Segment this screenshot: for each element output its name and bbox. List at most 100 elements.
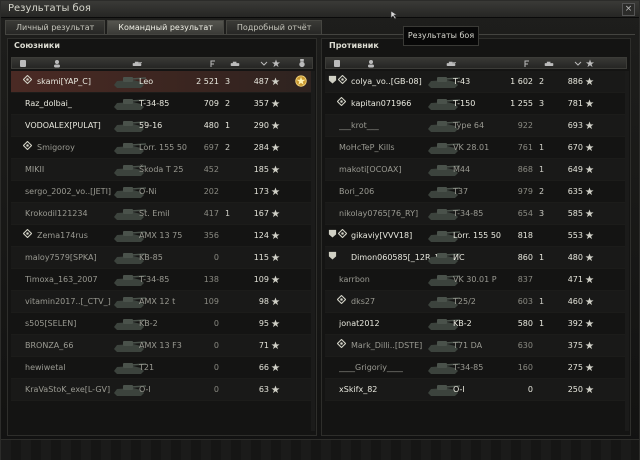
player-name[interactable]: MIKII [25, 159, 120, 181]
table-row[interactable]: makoti[OCOAX] M44 868 1 649 [325, 159, 627, 181]
player-name[interactable]: xSkifx_82 [339, 379, 434, 401]
damage-column-icon[interactable] [523, 59, 533, 68]
platoon-column-icon[interactable] [18, 59, 28, 68]
table-row[interactable]: ____Grigoriy____ T-34-85 160 275 [325, 357, 627, 379]
table-row[interactable]: dks27 T25/2 603 1 460 [325, 291, 627, 313]
table-row[interactable]: BRONZA_66 AMX 13 F3 0 71 [11, 335, 313, 357]
table-row[interactable]: maloy7579[SPKA] KB-85 0 115 [11, 247, 313, 269]
medal-icon[interactable] [294, 74, 308, 90]
player-name[interactable]: VODOALEX[PULAT] [25, 115, 120, 137]
star-icon [585, 385, 595, 395]
close-button[interactable]: × [622, 3, 635, 16]
table-row[interactable]: hewiwetal T21 0 66 [11, 357, 313, 379]
table-row[interactable]: skami[YAP_C] Leo 2 521 3 487 [11, 71, 313, 93]
platoon-column-icon[interactable] [332, 59, 342, 68]
player-name[interactable]: nikolay0765[76_RY] [339, 203, 434, 225]
player-name[interactable]: Raz_dolbai_ [25, 93, 120, 115]
table-row[interactable]: kapitan071966 T-150 1 255 3 781 [325, 93, 627, 115]
player-name[interactable]: karrbon [339, 269, 434, 291]
table-row[interactable]: MoHcTeP_Kills VK 28.01 761 1 670 [325, 137, 627, 159]
player-column-icon[interactable] [366, 59, 376, 68]
table-row[interactable]: sergo_2002_vo..[JETI] O-Ni 202 173 [11, 181, 313, 203]
table-row[interactable]: Zema174rus AMX 13 75 356 124 [11, 225, 313, 247]
star-icon [271, 77, 281, 87]
allies-scrollbar[interactable] [311, 71, 315, 431]
table-row[interactable]: ___krot___ Type 64 922 693 [325, 115, 627, 137]
xp-column-star-icon[interactable] [271, 59, 281, 68]
player-name[interactable]: maloy7579[SPKA] [25, 247, 120, 269]
damage-value: 603 [517, 297, 533, 306]
player-name[interactable]: hewiwetal [25, 357, 120, 379]
xp-sort-icon[interactable] [259, 59, 269, 68]
player-column-icon[interactable] [52, 59, 62, 68]
star-icon [271, 165, 281, 175]
damage-value: 709 [203, 99, 219, 108]
table-row[interactable]: karrbon VK 30.01 P 837 471 [325, 269, 627, 291]
enemies-scrollbar[interactable] [625, 71, 629, 431]
player-name[interactable]: makoti[OCOAX] [339, 159, 434, 181]
xp-value: 781 [567, 99, 583, 108]
xp-value: 124 [253, 231, 269, 240]
kills-value [225, 269, 237, 291]
xp-column-star-icon[interactable] [585, 59, 595, 68]
kills-column-icon[interactable] [544, 59, 554, 68]
kills-value: 3 [225, 77, 231, 86]
table-row[interactable]: nikolay0765[76_RY] T-34-85 654 3 585 [325, 203, 627, 225]
table-row[interactable]: colya_vo..[GB-08] T-43 1 602 2 886 [325, 71, 627, 93]
table-row[interactable]: KraVaStoK_exe[L-GV] O-I 0 63 [11, 379, 313, 401]
table-row[interactable]: MIKII Škoda T 25 452 185 [11, 159, 313, 181]
player-name[interactable]: BRONZA_66 [25, 335, 120, 357]
player-name[interactable]: Timoxa_163_2007 [25, 269, 120, 291]
tab-2[interactable]: Подробный отчёт [225, 20, 323, 34]
titlebar: Результаты боя × [1, 1, 639, 18]
table-row[interactable]: VODOALEX[PULAT] 59-16 480 1 290 [11, 115, 313, 137]
kills-value [539, 379, 551, 401]
damage-value: 697 [203, 143, 219, 152]
table-row[interactable]: vitamin2017..[_CTV_] AMX 12 t 109 98 [11, 291, 313, 313]
table-row[interactable]: Smigoroy Lorr. 155 50 697 2 284 [11, 137, 313, 159]
table-row[interactable]: Timoxa_163_2007 T-34-85 138 109 [11, 269, 313, 291]
damage-value: 202 [203, 187, 219, 196]
damage-value: 0 [213, 385, 219, 394]
xp-value: 553 [567, 231, 583, 240]
player-name[interactable]: KraVaStoK_exe[L-GV] [25, 379, 120, 401]
tab-1[interactable]: Командный результат [107, 20, 224, 34]
squad-diamond-icon [337, 335, 347, 357]
player-name[interactable]: ____Grigoriy____ [339, 357, 434, 379]
player-name[interactable]: s505[SELEN] [25, 313, 120, 335]
kills-value [225, 181, 237, 203]
damage-column-icon[interactable] [209, 59, 219, 68]
tank-column-icon[interactable] [132, 59, 142, 68]
xp-sort-icon[interactable] [573, 59, 583, 68]
table-row[interactable]: Bori_206 T37 979 2 635 [325, 181, 627, 203]
battle-results-window: Результаты боя × Личный результат Командн… [0, 0, 640, 460]
squad-diamond-icon [23, 71, 33, 93]
xp-value: 375 [567, 341, 583, 350]
tank-column-icon[interactable] [446, 59, 456, 68]
player-name[interactable]: Krokodil121234 [25, 203, 120, 225]
table-row[interactable]: gikaviy[VVV18] Lorr. 155 50 818 553 [325, 225, 627, 247]
player-name[interactable]: ___krot___ [339, 115, 434, 137]
star-icon [271, 187, 281, 197]
kills-value: 1 [539, 319, 545, 328]
star-icon [585, 275, 595, 285]
table-row[interactable]: Mark_Dilli..[DSTE] T71 DA 630 375 [325, 335, 627, 357]
medal-column-icon[interactable] [297, 59, 307, 68]
player-name[interactable]: MoHcTeP_Kills [339, 137, 434, 159]
table-row[interactable]: Krokodil121234 St. Emil 417 1 167 [11, 203, 313, 225]
table-row[interactable]: Dimon060585[_12R_] ИС 860 1 480 [325, 247, 627, 269]
player-name[interactable]: jonat2012 [339, 313, 434, 335]
table-row[interactable]: jonat2012 KB-2 580 1 392 [325, 313, 627, 335]
player-name[interactable]: Bori_206 [339, 181, 434, 203]
player-name[interactable]: vitamin2017..[_CTV_] [25, 291, 120, 313]
table-row[interactable]: Raz_dolbai_ T-34-85 709 2 357 [11, 93, 313, 115]
kills-column-icon[interactable] [230, 59, 240, 68]
damage-value: 0 [527, 385, 533, 394]
tab-0[interactable]: Личный результат [5, 20, 106, 34]
kills-value [225, 379, 237, 401]
player-name[interactable]: sergo_2002_vo..[JETI] [25, 181, 120, 203]
star-icon [271, 143, 281, 153]
table-row[interactable]: xSkifx_82 O-I 0 250 [325, 379, 627, 401]
table-row[interactable]: s505[SELEN] KB-2 0 95 [11, 313, 313, 335]
damage-value: 417 [203, 209, 219, 218]
